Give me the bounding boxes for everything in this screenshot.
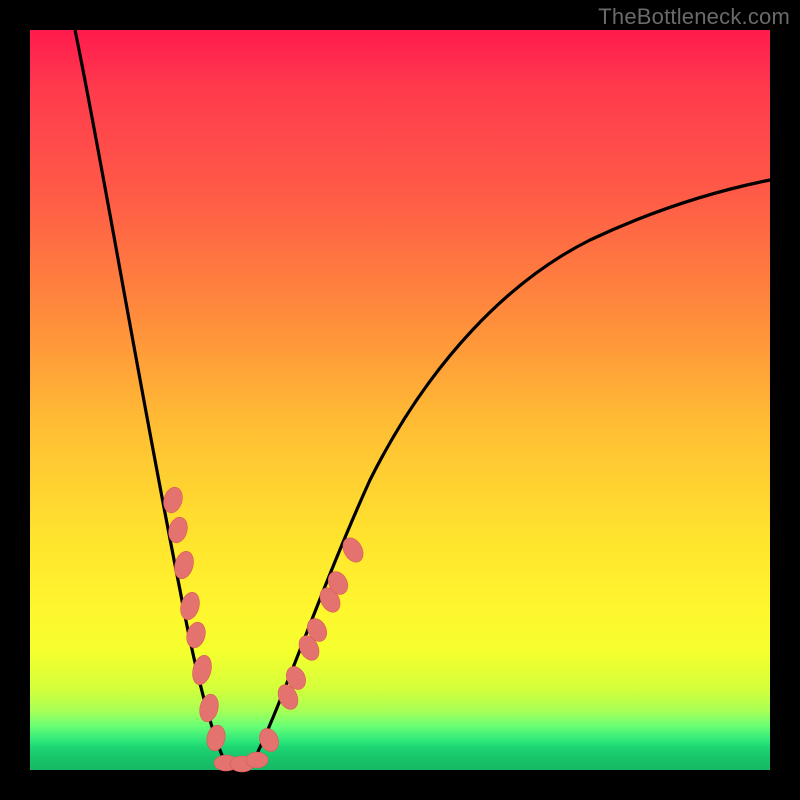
curve-right-arm [251, 180, 770, 766]
curve-layer [30, 30, 770, 770]
markers-left [161, 485, 228, 753]
chart-frame: TheBottleneck.com [0, 0, 800, 800]
plot-area [30, 30, 770, 770]
watermark-text: TheBottleneck.com [598, 4, 790, 30]
